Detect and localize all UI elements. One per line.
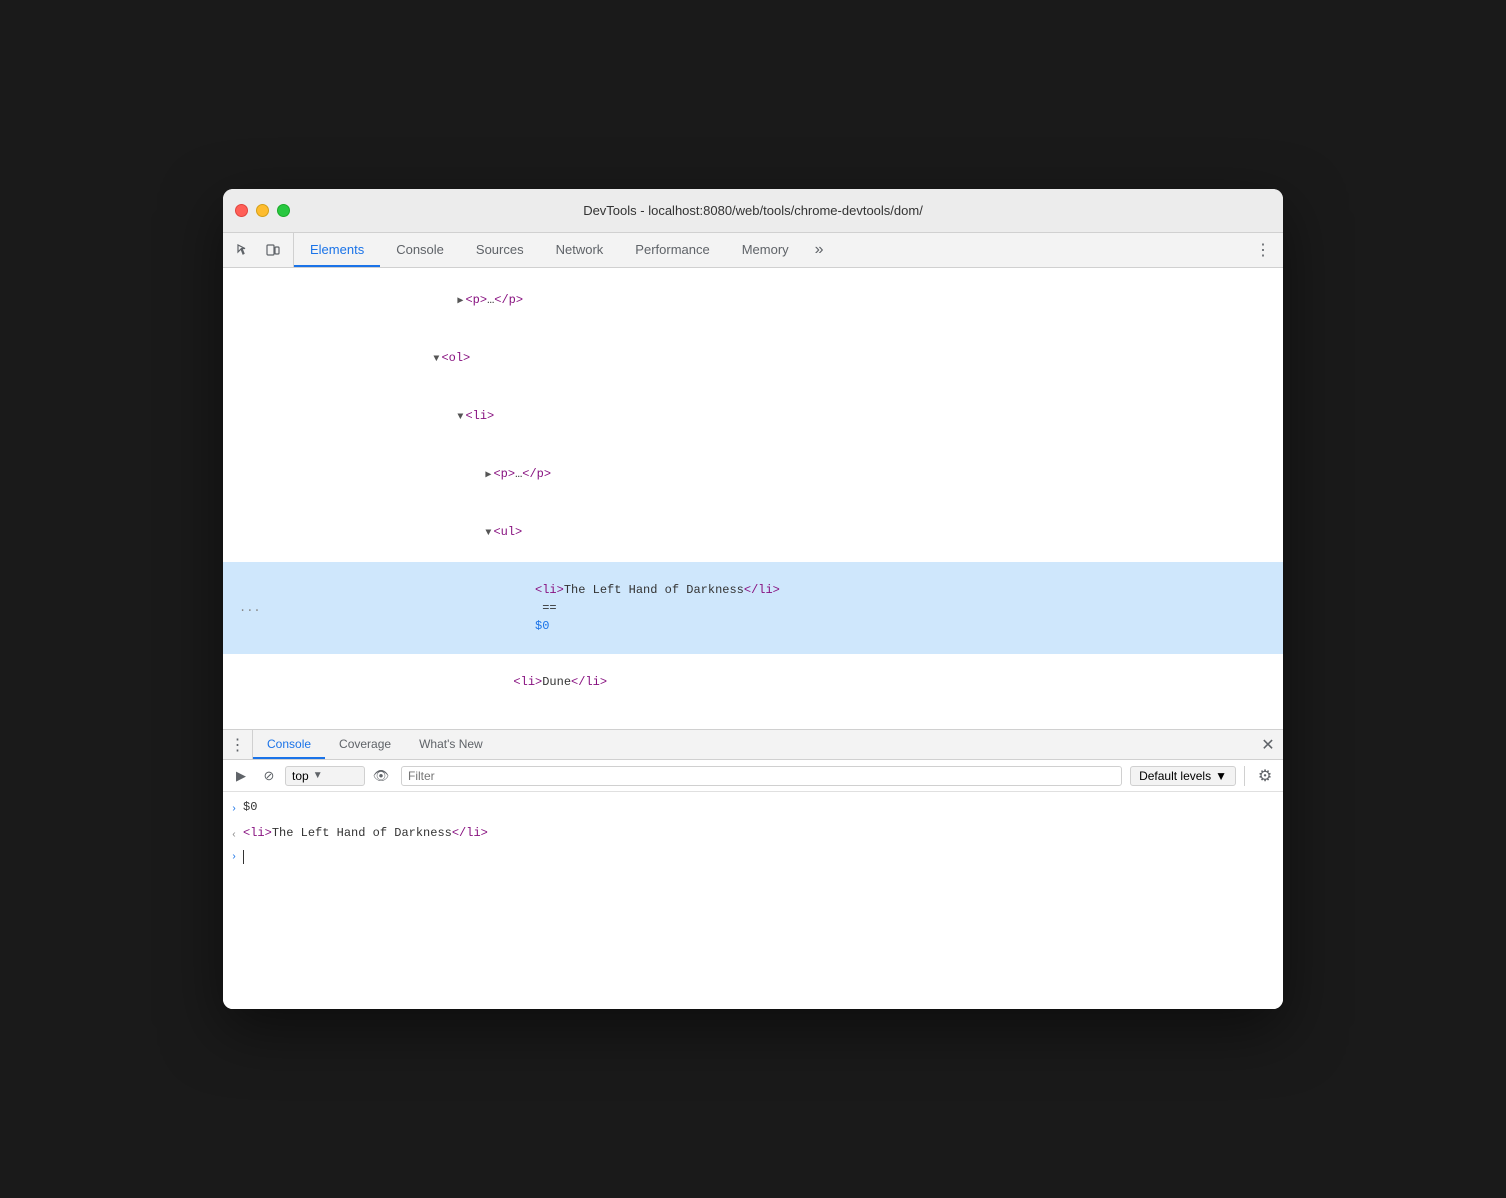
console-prompt: ›	[231, 852, 237, 863]
context-selector[interactable]: top ▼	[285, 766, 365, 786]
input-arrow: ›	[231, 801, 237, 819]
dom-line[interactable]: ▶<p>…</p>	[223, 272, 1283, 330]
console-line-output: ‹ <li>The Left Hand of Darkness</li>	[223, 822, 1283, 848]
tab-performance[interactable]: Performance	[619, 233, 725, 267]
expand-arrow[interactable]: ▼	[457, 409, 463, 427]
tab-console[interactable]: Console	[380, 233, 460, 267]
drawer-tabs-bar: ⋮ Console Coverage What's New ✕	[223, 730, 1283, 760]
console-filter-input[interactable]	[401, 766, 1122, 786]
devtools-window: DevTools - localhost:8080/web/tools/chro…	[223, 189, 1283, 1009]
default-levels-button[interactable]: Default levels ▼	[1130, 766, 1236, 786]
dom-line-highlighted[interactable]: ... <li>The Left Hand of Darkness</li> =…	[223, 562, 1283, 654]
inspect-icon[interactable]	[231, 238, 255, 262]
dom-line[interactable]: ▼<li>	[223, 388, 1283, 446]
console-cursor	[243, 850, 244, 864]
console-output: › $0 ‹ <li>The Left Hand of Darkness</li…	[223, 792, 1283, 1009]
drawer-tab-console[interactable]: Console	[253, 730, 325, 759]
close-button[interactable]	[235, 204, 248, 217]
execute-context-icon[interactable]: ▶	[229, 764, 253, 788]
console-toolbar: ▶ ⊘ top ▼ 👁 Default levels ▼ ⚙	[223, 760, 1283, 792]
drawer-tab-coverage[interactable]: Coverage	[325, 730, 405, 759]
tab-elements[interactable]: Elements	[294, 233, 380, 267]
dom-line[interactable]: ▼<ul>	[223, 504, 1283, 562]
console-input-line[interactable]: ›	[223, 848, 1283, 866]
output-arrow: ‹	[231, 827, 237, 845]
toolbar-icons	[223, 233, 294, 267]
dropdown-arrow: ▼	[313, 770, 323, 781]
device-toolbar-icon[interactable]	[261, 238, 285, 262]
console-result: <li>The Left Hand of Darkness</li>	[243, 824, 488, 842]
elements-panel: ▶<p>…</p> ▼<ol> ▼<li>	[223, 268, 1283, 729]
devtools-menu-button[interactable]: ⋮	[1251, 238, 1275, 262]
expand-arrow[interactable]: ▶	[457, 293, 463, 311]
window-title: DevTools - localhost:8080/web/tools/chro…	[583, 203, 923, 218]
tab-network[interactable]: Network	[540, 233, 620, 267]
drawer-tab-whats-new[interactable]: What's New	[405, 730, 497, 759]
settings-icon[interactable]: ⚙	[1253, 764, 1277, 788]
tab-sources[interactable]: Sources	[460, 233, 540, 267]
top-toolbar: Elements Console Sources Network Perform…	[223, 233, 1283, 268]
dom-line[interactable]: <li>Dune</li>	[223, 654, 1283, 710]
expand-arrow[interactable]: ▼	[433, 351, 439, 369]
expand-arrow[interactable]: ▼	[485, 525, 491, 543]
maximize-button[interactable]	[277, 204, 290, 217]
dom-line[interactable]: ▶<p>…</p>	[223, 446, 1283, 504]
tabs-list: Elements Console Sources Network Perform…	[294, 233, 1243, 267]
tab-memory[interactable]: Memory	[726, 233, 805, 267]
dom-line[interactable]: ▼<ol>	[223, 330, 1283, 388]
console-line-input: › $0	[223, 796, 1283, 822]
toolbar-end: ⋮	[1243, 233, 1283, 267]
console-drawer: ⋮ Console Coverage What's New ✕ ▶ ⊘	[223, 729, 1283, 1009]
console-expression: $0	[243, 798, 257, 816]
title-bar: DevTools - localhost:8080/web/tools/chro…	[223, 189, 1283, 233]
divider	[1244, 766, 1245, 786]
more-tabs-button[interactable]: »	[805, 233, 834, 267]
minimize-button[interactable]	[256, 204, 269, 217]
traffic-lights	[235, 204, 290, 217]
expand-arrow[interactable]: ▶	[485, 467, 491, 485]
eye-icon[interactable]: 👁	[369, 764, 393, 788]
block-icon[interactable]: ⊘	[257, 764, 281, 788]
dom-tree: ▶<p>…</p> ▼<ol> ▼<li>	[223, 268, 1283, 729]
drawer-close-button[interactable]: ✕	[1253, 730, 1283, 759]
devtools-container: Elements Console Sources Network Perform…	[223, 233, 1283, 1009]
drawer-menu-button[interactable]: ⋮	[223, 730, 253, 759]
dom-line[interactable]: </ul>	[223, 710, 1283, 729]
